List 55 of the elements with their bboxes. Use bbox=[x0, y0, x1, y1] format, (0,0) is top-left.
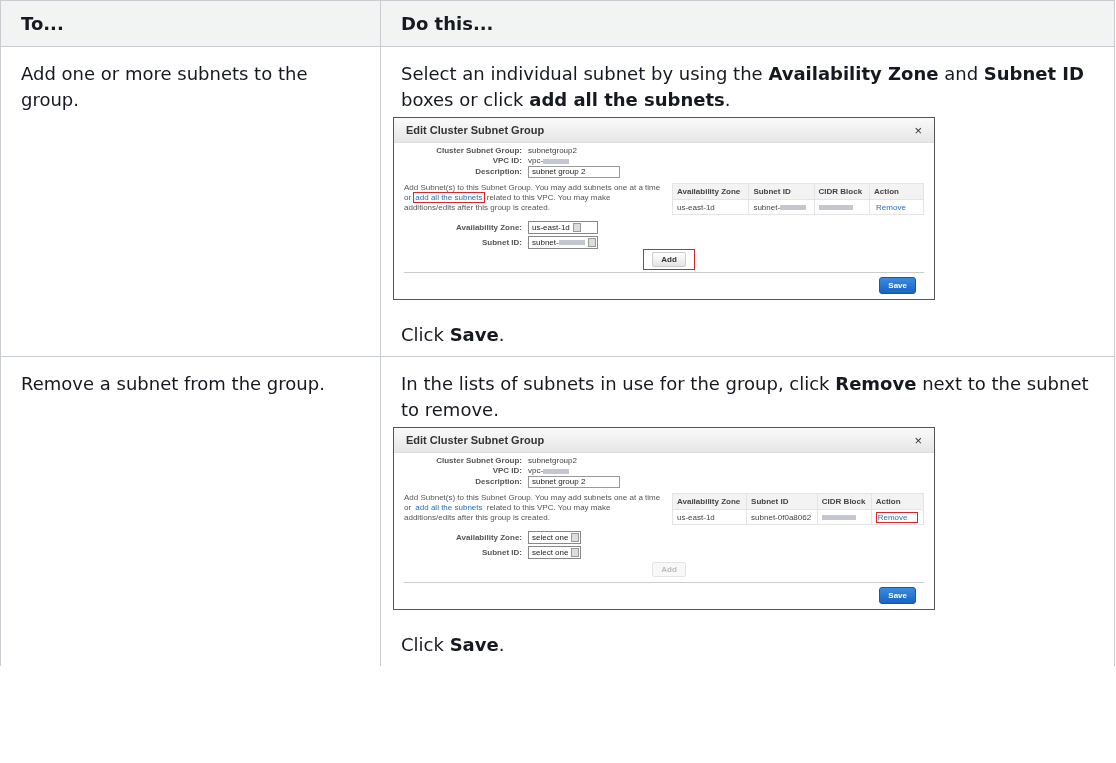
column-header: CIDR Block bbox=[821, 497, 866, 506]
field-value: subnetgroup2 bbox=[528, 146, 577, 156]
description-field[interactable]: subnet group 2 bbox=[528, 476, 620, 488]
field-label: VPC ID: bbox=[491, 156, 522, 166]
select-dropdown[interactable]: select one bbox=[528, 546, 582, 559]
field-label: Subnet ID: bbox=[481, 237, 522, 248]
field-label: Description: bbox=[474, 167, 522, 177]
redacted-block bbox=[543, 468, 570, 474]
column-header: Action bbox=[875, 497, 901, 506]
add-button[interactable]: Add bbox=[652, 252, 686, 267]
select-dropdown[interactable]: subnet- bbox=[528, 236, 598, 249]
field-label: Availability Zone: bbox=[455, 222, 522, 233]
add-all-link[interactable]: add all the subnets bbox=[413, 192, 485, 203]
save-button[interactable]: Save bbox=[879, 277, 916, 294]
column-header: Action bbox=[874, 187, 899, 196]
column-header: CIDR Block bbox=[818, 187, 863, 196]
note-text: Add Subnet(s) to this Subnet Group. You may add subnets one at a time or add all the subnets related to this VPC. You may make additions/edits after this group is created. bbox=[404, 183, 662, 214]
dialog-title: Edit Cluster Subnet Group bbox=[406, 124, 545, 136]
step-text: Click Save. bbox=[401, 633, 506, 657]
field-label: Description: bbox=[474, 477, 522, 487]
add-all-link[interactable]: add all the subnets bbox=[413, 502, 485, 513]
field-value: vpc- bbox=[528, 466, 544, 476]
subnet-id-cell: subnet- bbox=[753, 202, 781, 212]
description-field[interactable]: subnet group 2 bbox=[528, 166, 620, 178]
task-text: Remove a subnet from the group. bbox=[21, 372, 326, 396]
note-text: Add Subnet(s) to this Subnet Group. You may add subnets one at a time or add all the subnets related to this VPC. You may make additions/edits after this group is created. bbox=[404, 493, 662, 524]
field-value: subnetgroup2 bbox=[528, 456, 577, 466]
column-header: Availability Zone bbox=[677, 187, 741, 196]
close-icon[interactable]: × bbox=[914, 432, 922, 448]
redacted-block bbox=[780, 204, 807, 210]
field-label: Cluster Subnet Group: bbox=[435, 146, 522, 156]
column-header: Do this... bbox=[401, 13, 494, 34]
zone-cell: us-east-1d bbox=[677, 202, 715, 212]
select-dropdown[interactable]: us-east-1d bbox=[528, 221, 598, 234]
field-label: Cluster Subnet Group: bbox=[435, 456, 522, 466]
column-header: Subnet ID bbox=[753, 187, 791, 196]
field-label: Availability Zone: bbox=[455, 532, 522, 543]
step-text: In the lists of subnets in use for the group, click Remove next to the subnet to remove. bbox=[401, 372, 1090, 422]
dialog-title: Edit Cluster Subnet Group bbox=[406, 434, 545, 446]
zone-cell: us-east-1d bbox=[677, 512, 715, 522]
save-button[interactable]: Save bbox=[879, 587, 916, 604]
field-label: Subnet ID: bbox=[481, 547, 522, 558]
field-label: VPC ID: bbox=[491, 466, 522, 476]
field-value: vpc- bbox=[528, 156, 544, 166]
close-icon[interactable]: × bbox=[914, 122, 922, 138]
redacted-block bbox=[543, 158, 570, 164]
task-text: Add one or more subnets to the group. bbox=[21, 62, 309, 112]
select-dropdown[interactable]: select one bbox=[528, 531, 582, 544]
column-header: To... bbox=[21, 13, 64, 34]
remove-link[interactable]: Remove bbox=[875, 511, 918, 523]
column-header: Subnet ID bbox=[751, 497, 789, 506]
subnet-id-cell: subnet-0f0a8062 bbox=[751, 512, 812, 522]
step-text: Select an individual subnet by using the Availability Zone and Subnet ID boxes or click add all the subnets. bbox=[401, 62, 1085, 112]
step-text: Click Save. bbox=[401, 323, 506, 347]
column-header: Availability Zone bbox=[677, 497, 741, 506]
